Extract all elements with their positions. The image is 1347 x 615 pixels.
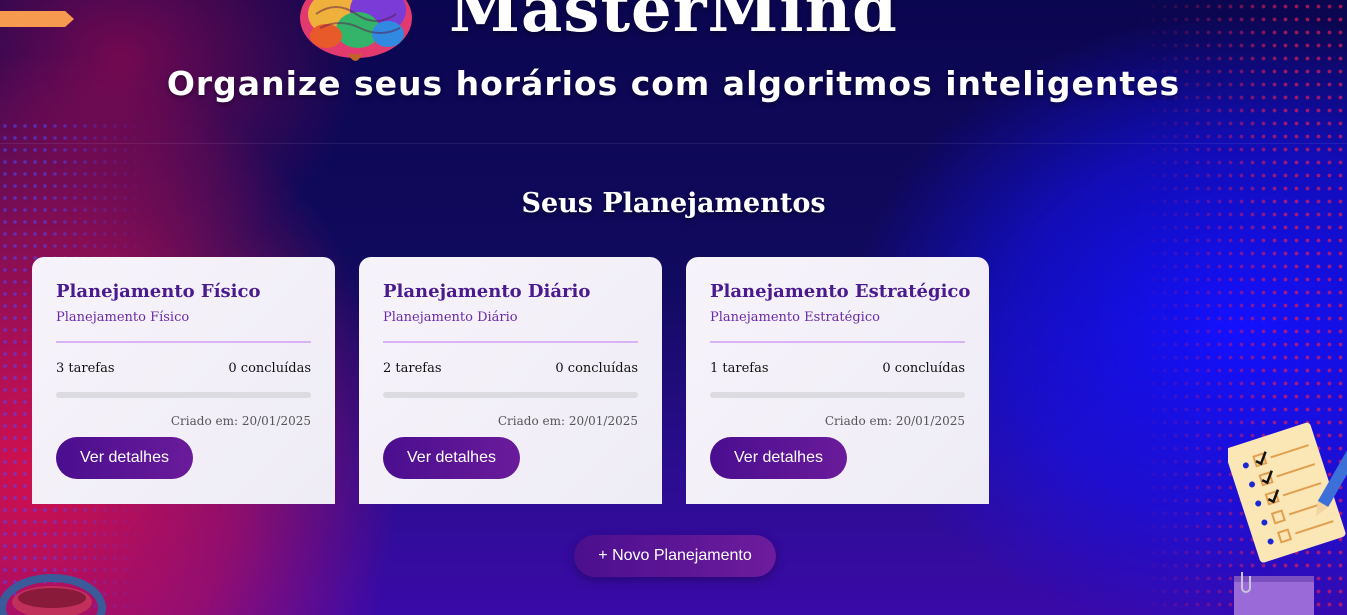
plan-card-description: Planejamento Diário	[383, 310, 638, 343]
plan-card-description: Planejamento Físico	[56, 310, 311, 343]
section-title: Seus Planejamentos	[521, 188, 826, 219]
progress-bar	[383, 392, 638, 398]
view-details-button[interactable]: Ver detalhes	[56, 437, 193, 479]
plan-card-title: Planejamento Físico	[56, 281, 261, 302]
created-date: Criado em: 20/01/2025	[497, 414, 638, 428]
header-divider	[0, 143, 1347, 144]
plan-card: Planejamento Físico Planejamento Físico …	[32, 257, 335, 504]
progress-bar	[710, 392, 965, 398]
task-count: 2 tarefas	[383, 361, 442, 376]
plan-card-stats: 3 tarefas 0 concluídas	[56, 361, 311, 376]
plan-card-title: Planejamento Estratégico	[710, 281, 971, 302]
app-title: MasterMind	[449, 0, 898, 47]
paper-clip-icon	[0, 574, 106, 615]
app-subtitle: Organize seus horários com algoritmos in…	[166, 64, 1181, 103]
plan-card: Planejamento Estratégico Planejamento Es…	[686, 257, 989, 504]
created-date: Criado em: 20/01/2025	[170, 414, 311, 428]
notebook-icon	[1234, 572, 1314, 615]
completed-count: 0 concluídas	[228, 361, 311, 376]
plan-card-title: Planejamento Diário	[383, 281, 591, 302]
plan-card: Planejamento Diário Planejamento Diário …	[359, 257, 662, 504]
completed-count: 0 concluídas	[882, 361, 965, 376]
completed-count: 0 concluídas	[555, 361, 638, 376]
task-count: 3 tarefas	[56, 361, 115, 376]
new-plan-button[interactable]: + Novo Planejamento	[574, 535, 776, 577]
view-details-button[interactable]: Ver detalhes	[710, 437, 847, 479]
plan-card-description: Planejamento Estratégico	[710, 310, 965, 343]
view-details-button[interactable]: Ver detalhes	[383, 437, 520, 479]
plan-card-stats: 2 tarefas 0 concluídas	[383, 361, 638, 376]
created-date: Criado em: 20/01/2025	[824, 414, 965, 428]
checklist-icon	[1228, 422, 1347, 563]
task-count: 1 tarefas	[710, 361, 769, 376]
plan-card-list: Planejamento Físico Planejamento Físico …	[32, 257, 989, 504]
progress-bar	[56, 392, 311, 398]
plan-card-stats: 1 tarefas 0 concluídas	[710, 361, 965, 376]
